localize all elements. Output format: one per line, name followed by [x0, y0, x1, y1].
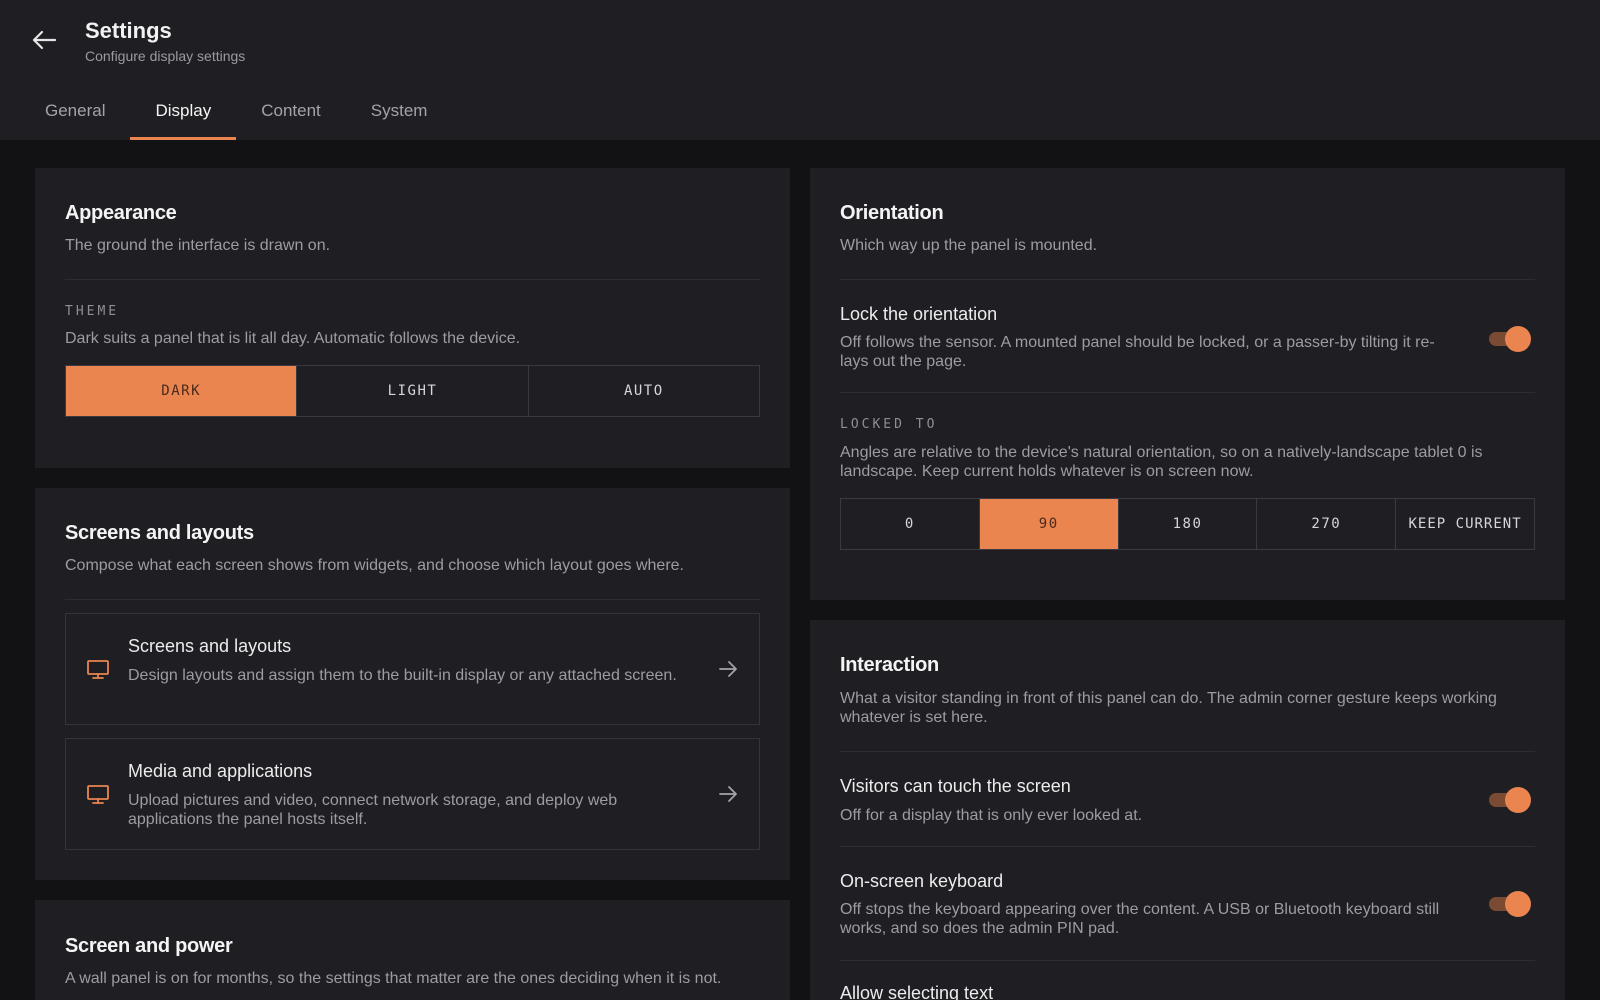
appearance-card: Appearance The ground the interface is d…	[35, 168, 790, 468]
locked-to-label: LOCKED TO	[840, 417, 938, 432]
toggle-knob	[1505, 326, 1531, 352]
orientation-title: Orientation	[840, 202, 944, 224]
page-title: Settings	[85, 18, 172, 43]
theme-option-light[interactable]: LIGHT	[297, 366, 529, 416]
angle-option-keep-current[interactable]: KEEP CURRENT	[1396, 499, 1534, 549]
divider	[840, 960, 1535, 961]
power-description: A wall panel is on for months, so the se…	[65, 970, 722, 987]
theme-description: Dark suits a panel that is lit all day. …	[65, 330, 521, 347]
onscreen-keyboard-description: Off stops the keyboard appearing over th…	[840, 901, 1440, 937]
divider	[840, 279, 1535, 280]
top-bar: Settings Configure display settings Gene…	[0, 0, 1600, 140]
lock-orientation-title: Lock the orientation	[840, 304, 998, 324]
touch-screen-title: Visitors can touch the screen	[840, 776, 1071, 796]
monitor-icon	[87, 785, 109, 804]
monitor-icon	[87, 660, 109, 679]
toggle-knob	[1505, 891, 1531, 917]
screens-description: Compose what each screen shows from widg…	[65, 557, 684, 574]
tab-bar: General Display Content System	[20, 88, 452, 140]
orientation-card: Orientation Which way up the panel is mo…	[810, 168, 1565, 600]
locked-to-description: Angles are relative to the device's natu…	[840, 444, 1483, 480]
angle-option-180[interactable]: 180	[1119, 499, 1258, 549]
onscreen-keyboard-toggle[interactable]	[1489, 891, 1531, 917]
toggle-knob	[1505, 787, 1531, 813]
tab-general[interactable]: General	[20, 88, 130, 140]
screens-card: Screens and layouts Compose what each sc…	[35, 488, 790, 880]
page-subtitle: Configure display settings	[85, 48, 246, 64]
interaction-description: What a visitor standing in front of this…	[840, 690, 1497, 726]
power-card: Screen and power A wall panel is on for …	[35, 900, 790, 1000]
theme-selector: DARK LIGHT AUTO	[65, 365, 760, 417]
divider	[840, 751, 1535, 752]
touch-screen-description: Off for a display that is only ever look…	[840, 807, 1143, 824]
divider	[840, 392, 1535, 393]
tab-display[interactable]: Display	[130, 88, 236, 140]
link-description: Design layouts and assign them to the bu…	[128, 667, 677, 684]
arrow-right-icon	[719, 661, 737, 677]
angle-option-270[interactable]: 270	[1257, 499, 1397, 549]
orientation-description: Which way up the panel is mounted.	[840, 237, 1098, 254]
interaction-title: Interaction	[840, 654, 939, 676]
onscreen-keyboard-title: On-screen keyboard	[840, 871, 1004, 891]
interaction-card: Interaction What a visitor standing in f…	[810, 620, 1565, 1000]
arrow-left-icon	[32, 30, 57, 50]
screens-title: Screens and layouts	[65, 522, 254, 544]
divider	[65, 599, 760, 600]
theme-option-dark[interactable]: DARK	[66, 366, 298, 416]
link-description: Upload pictures and video, connect netwo…	[128, 792, 618, 828]
link-title: Media and applications	[128, 761, 313, 781]
back-button[interactable]	[26, 22, 62, 58]
power-title: Screen and power	[65, 935, 233, 957]
angle-option-0[interactable]: 0	[841, 499, 980, 549]
appearance-title: Appearance	[65, 202, 177, 224]
arrow-right-icon	[719, 786, 737, 802]
angle-option-90[interactable]: 90	[979, 499, 1119, 549]
allow-selecting-text-title: Allow selecting text	[840, 983, 994, 1000]
touch-screen-toggle[interactable]	[1489, 787, 1531, 813]
screens-and-layouts-link[interactable]: Screens and layouts Design layouts and a…	[65, 613, 760, 725]
link-title: Screens and layouts	[128, 636, 292, 656]
tab-system[interactable]: System	[346, 88, 453, 140]
divider	[840, 846, 1535, 847]
lock-orientation-description: Off follows the sensor. A mounted panel …	[840, 334, 1435, 370]
lock-orientation-toggle[interactable]	[1489, 326, 1531, 352]
appearance-description: The ground the interface is drawn on.	[65, 237, 331, 254]
theme-label: THEME	[65, 304, 120, 319]
orientation-angle-selector: 0 90 180 270 KEEP CURRENT	[840, 498, 1535, 550]
tab-content[interactable]: Content	[236, 88, 346, 140]
media-and-applications-link[interactable]: Media and applications Upload pictures a…	[65, 738, 760, 850]
theme-option-auto[interactable]: AUTO	[529, 366, 759, 416]
divider	[65, 279, 760, 280]
